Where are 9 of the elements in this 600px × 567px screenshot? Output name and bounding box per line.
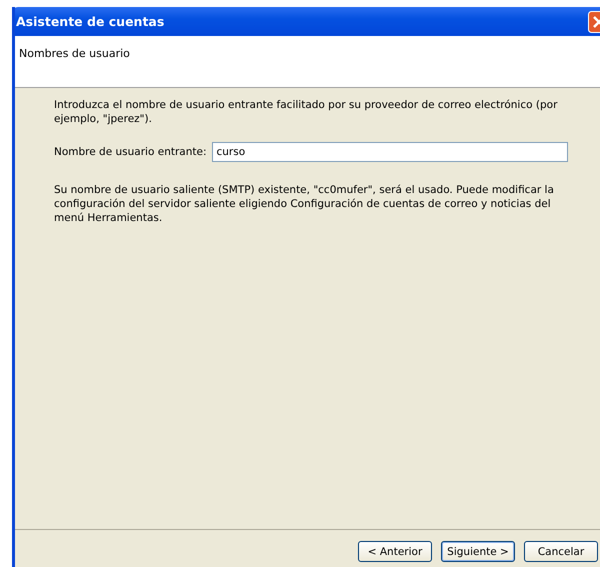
page-heading: Nombres de usuario xyxy=(19,47,130,60)
username-field[interactable]: curso xyxy=(212,142,568,162)
note-text: Su nombre de usuario saliente (SMTP) existente, "cc0mufer", será el usado. Puede modificar la configuración del servidor saliente eligiendo Configuración de cuentas de correo y noticias del menú Herramientas. xyxy=(54,183,555,225)
dialog-button[interactable]: < Anterior xyxy=(358,541,432,562)
window-title: Asistente de cuentas xyxy=(16,14,164,29)
intro-text: Introduzca el nombre de usuario entrante facilitado por su proveedor de correo electrónico (por ejemplo, "jperez"). xyxy=(54,98,558,126)
default-button[interactable]: Siguiente > xyxy=(441,541,515,562)
field-label: Nombre de usuario entrante: xyxy=(54,146,206,158)
dialog-button[interactable]: Cancelar xyxy=(524,541,598,562)
